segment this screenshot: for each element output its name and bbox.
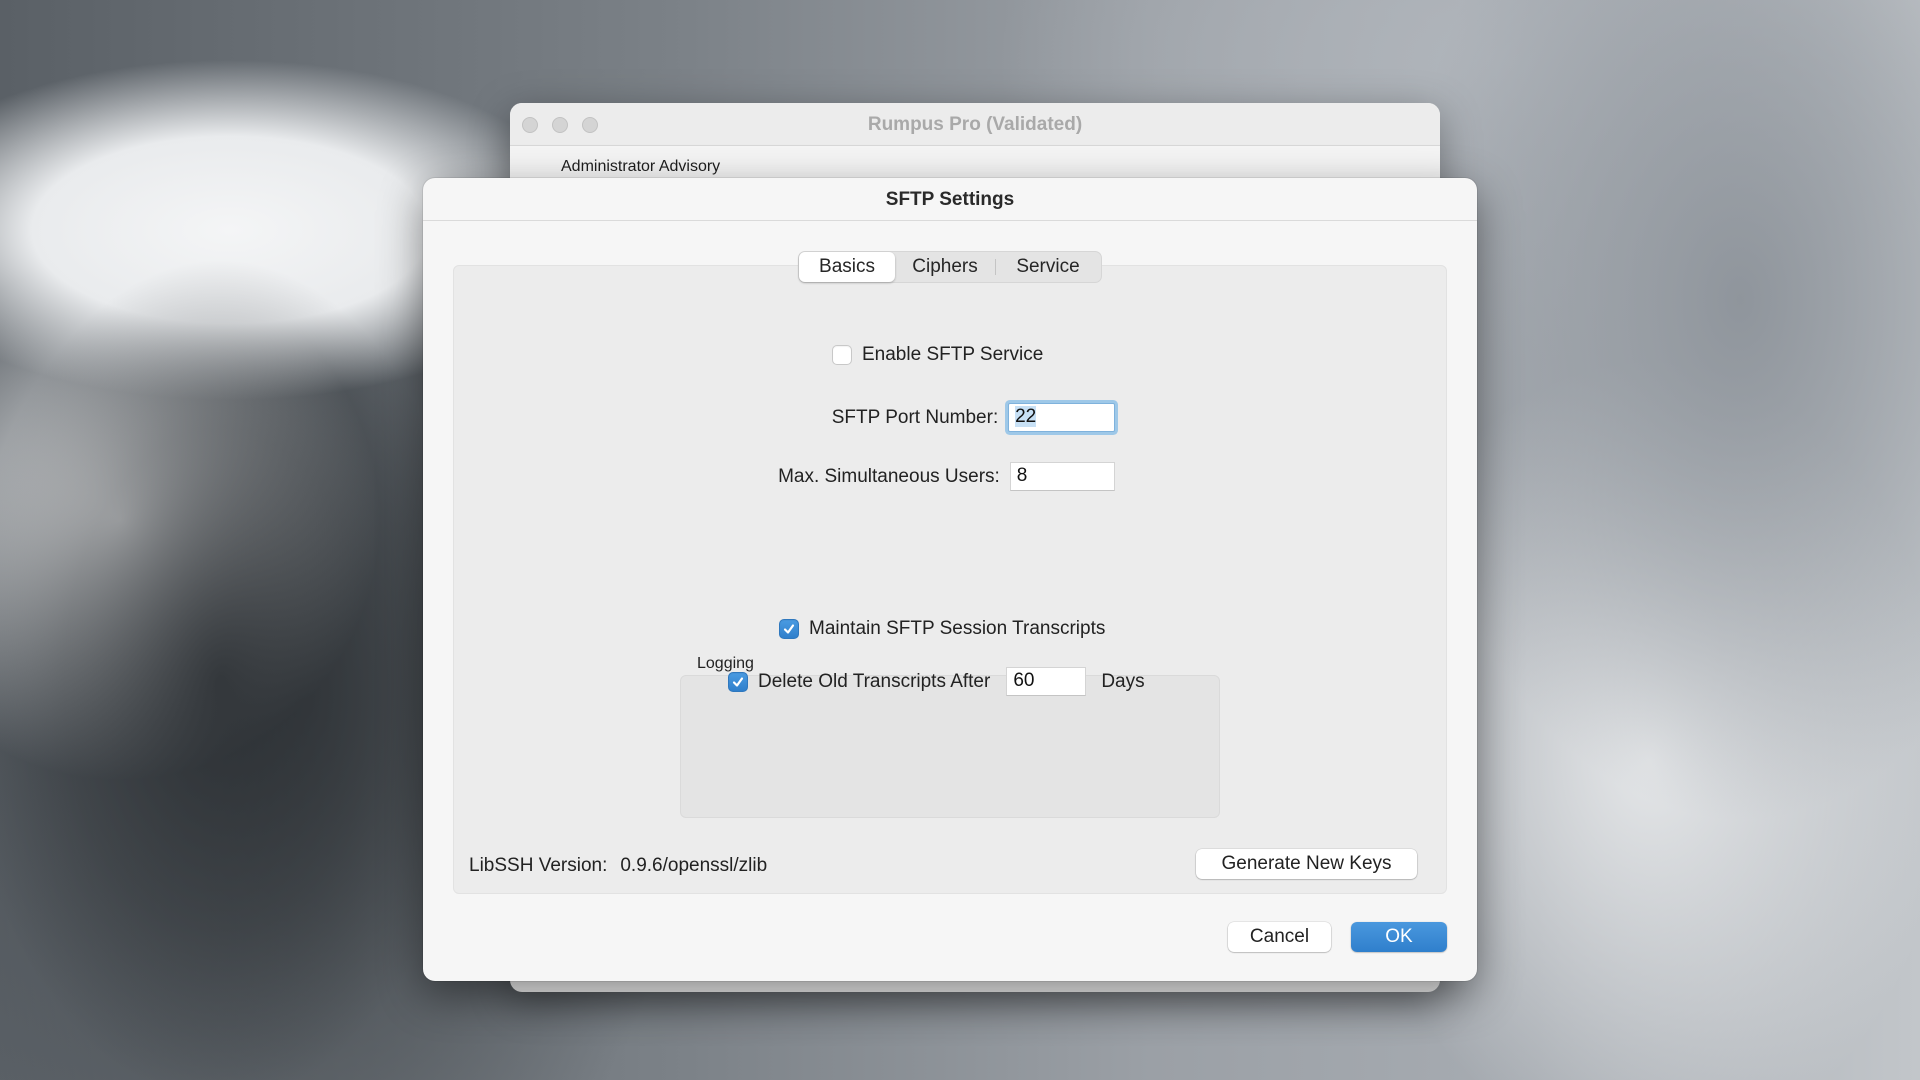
delete-days-value: 60 bbox=[1013, 670, 1035, 691]
max-users-value: 8 bbox=[1016, 465, 1028, 486]
port-number-input[interactable]: 22 bbox=[1008, 403, 1115, 432]
delete-old-row: Delete Old Transcripts After 60 Days bbox=[728, 667, 1145, 696]
sftp-settings-dialog: SFTP Settings Basics Ciphers Service Ena… bbox=[423, 178, 1477, 981]
max-users-row: Max. Simultaneous Users: 8 bbox=[603, 462, 1115, 491]
enable-sftp-row: Enable SFTP Service bbox=[832, 344, 1043, 366]
checkmark-icon bbox=[783, 624, 795, 634]
window-title: Rumpus Pro (Validated) bbox=[867, 114, 1083, 135]
tab-basics[interactable]: Basics bbox=[799, 252, 895, 282]
port-row: SFTP Port Number: 22 bbox=[603, 403, 1115, 432]
administrator-advisory-label: Administrator Advisory bbox=[561, 158, 721, 175]
tab-ciphers[interactable]: Ciphers bbox=[895, 252, 995, 282]
libssh-version-label: LibSSH Version: bbox=[469, 855, 608, 876]
delete-old-checkbox[interactable] bbox=[728, 671, 748, 692]
desktop-wallpaper bbox=[0, 260, 480, 1080]
max-users-label: Max. Simultaneous Users: bbox=[778, 465, 1000, 487]
dialog-title: SFTP Settings bbox=[423, 178, 1477, 221]
tab-service[interactable]: Service bbox=[996, 252, 1100, 282]
logging-group-box bbox=[680, 675, 1220, 818]
libssh-version-value: 0.9.6/openssl/zlib bbox=[620, 855, 768, 876]
days-unit-label: Days bbox=[1101, 670, 1145, 692]
checkmark-icon bbox=[732, 676, 744, 687]
delete-days-input[interactable]: 60 bbox=[1006, 667, 1087, 696]
ok-button[interactable]: OK bbox=[1351, 922, 1447, 952]
port-label: SFTP Port Number: bbox=[831, 406, 999, 428]
max-users-input[interactable]: 8 bbox=[1009, 462, 1115, 491]
cancel-button[interactable]: Cancel bbox=[1228, 922, 1331, 952]
enable-sftp-label: Enable SFTP Service bbox=[862, 344, 1044, 365]
maintain-transcripts-row: Maintain SFTP Session Transcripts bbox=[779, 618, 1105, 640]
window-titlebar: Rumpus Pro (Validated) bbox=[510, 103, 1440, 146]
delete-old-label: Delete Old Transcripts After bbox=[758, 670, 991, 692]
enable-sftp-checkbox[interactable] bbox=[832, 345, 852, 365]
maintain-transcripts-label: Maintain SFTP Session Transcripts bbox=[809, 618, 1106, 639]
libssh-version-row: LibSSH Version: 0.9.6/openssl/zlib bbox=[469, 855, 767, 877]
port-number-value: 22 bbox=[1015, 406, 1037, 427]
tab-bar: Basics Ciphers Service bbox=[798, 251, 1102, 283]
generate-new-keys-button[interactable]: Generate New Keys bbox=[1196, 849, 1417, 879]
maintain-transcripts-checkbox[interactable] bbox=[779, 619, 799, 639]
